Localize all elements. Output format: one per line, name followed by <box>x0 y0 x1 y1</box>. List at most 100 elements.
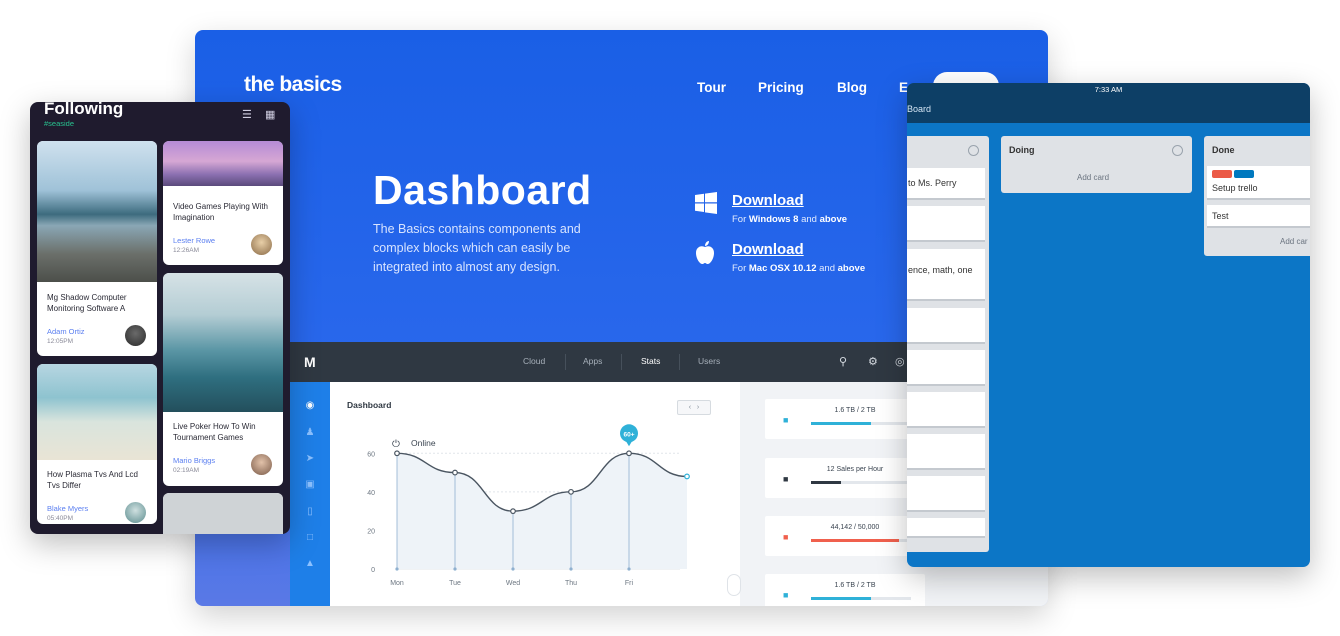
list-menu-icon[interactable] <box>968 145 979 156</box>
list-card[interactable]: ence, math, one <box>907 249 985 301</box>
card-author[interactable]: Lester Rowe <box>173 236 215 245</box>
list-card[interactable]: to Ms. Perry <box>907 168 985 200</box>
stat-label: 12 Sales per Hour <box>826 466 884 473</box>
admin-sidebar: ◉ ♟ ➤ ▣ ▯ □ ▲ <box>290 382 330 606</box>
board-title[interactable]: Board <box>907 104 931 114</box>
y-tick-label: 20 <box>367 528 375 535</box>
stat-card: ■ 12 Sales per Hour <box>765 458 925 498</box>
list-card[interactable] <box>907 434 985 470</box>
gear-icon[interactable]: ⚙ <box>868 355 878 368</box>
pin-icon[interactable]: ➤ <box>304 453 316 465</box>
card-image <box>37 141 157 282</box>
list-title[interactable]: Doing <box>1009 145 1035 155</box>
tag-icon: ■ <box>783 474 789 484</box>
feed-card[interactable]: Mg Shadow Computer Monitoring Software A… <box>37 141 157 356</box>
admin-tab-apps[interactable]: Apps <box>583 356 602 366</box>
nav-pricing[interactable]: Pricing <box>758 80 804 95</box>
axis-point <box>511 567 515 571</box>
list-card[interactable] <box>907 206 985 242</box>
list-card[interactable]: Test <box>1207 205 1310 228</box>
trash-icon[interactable]: ▲ <box>304 558 316 570</box>
list-card[interactable] <box>907 392 985 428</box>
stat-label: 1.6 TB / 2 TB <box>834 407 876 414</box>
tab-divider <box>679 354 680 370</box>
axis-point <box>569 567 573 571</box>
admin-tab-stats[interactable]: Stats <box>641 356 660 366</box>
add-card-button[interactable]: Add card <box>1077 173 1109 182</box>
axis-point <box>453 567 457 571</box>
card-image <box>163 141 283 186</box>
feed-card[interactable]: Video Games Playing With Imagination Les… <box>163 141 283 265</box>
power-icon: ⏻ <box>392 439 400 450</box>
phone-feed: Following #seaside ☰ ▦ Mg Shadow Compute… <box>30 102 290 534</box>
stat-card: ■ 1.6 TB / 2 TB <box>765 574 925 606</box>
nav-blog[interactable]: Blog <box>837 80 867 95</box>
card-title: Mg Shadow Computer Monitoring Software A <box>47 293 127 313</box>
axis-point <box>395 567 399 571</box>
avatar[interactable] <box>251 234 272 255</box>
search-icon[interactable]: ⚲ <box>839 355 847 368</box>
avatar[interactable] <box>125 325 146 346</box>
feed-card[interactable]: Live Poker How To Win Tournament Games M… <box>163 273 283 486</box>
callout-label: 60+ <box>623 431 634 438</box>
y-tick-label: 60 <box>367 451 375 458</box>
users-icon: ■ <box>783 532 789 542</box>
card-text: to Ms. Perry <box>908 178 957 188</box>
data-point <box>452 469 458 476</box>
avatar[interactable] <box>125 502 146 523</box>
list-card[interactable] <box>907 476 985 512</box>
list-menu-icon[interactable] <box>1172 145 1183 156</box>
card-text: ence, math, one <box>908 265 973 275</box>
card-author[interactable]: Adam Ortiz <box>47 327 85 336</box>
stat-progress-fill <box>811 539 899 542</box>
card-author[interactable]: Mario Briggs <box>173 456 215 465</box>
list-view-icon[interactable]: ☰ <box>242 108 252 121</box>
card-title: Video Games Playing With Imagination <box>173 202 269 222</box>
data-point <box>684 473 690 480</box>
dashboard-icon[interactable]: ◉ <box>304 400 316 412</box>
card-image <box>163 493 283 534</box>
stat-progress-track <box>811 481 911 484</box>
admin-logo[interactable]: M <box>304 354 316 370</box>
stat-progress-fill <box>811 597 871 600</box>
list-card[interactable]: Setup trello <box>1207 166 1310 200</box>
admin-tab-users[interactable]: Users <box>698 356 720 366</box>
grid-view-icon[interactable]: ▦ <box>265 108 275 121</box>
scroll-handle[interactable] <box>727 574 741 596</box>
add-card-button[interactable]: Add car <box>1280 237 1308 246</box>
file-icon[interactable]: ▯ <box>304 506 316 518</box>
globe-icon[interactable]: ◎ <box>895 355 905 368</box>
hero-title: Dashboard <box>373 167 592 213</box>
chat-icon[interactable]: □ <box>304 532 316 544</box>
line-chart: Online ⏻ 0 20 40 60 Mon Tue Wed Thu Fri 60+ <box>367 424 690 587</box>
chart-panel: Dashboard ‹ › Online ⏻ 0 20 40 60 Mon Tue Wed Thu… <box>330 382 740 606</box>
card-image <box>163 273 283 412</box>
list-done: Done Setup trello Test Add car <box>1204 136 1310 256</box>
brand-logo[interactable]: the basics <box>244 73 342 97</box>
avatar[interactable] <box>251 454 272 475</box>
list-card[interactable] <box>907 308 985 344</box>
feed-card[interactable]: How Plasma Tvs And Lcd Tvs Differ Blake … <box>37 364 157 524</box>
download-mac-link[interactable]: Download <box>732 241 804 258</box>
admin-tab-cloud[interactable]: Cloud <box>523 356 545 366</box>
download-windows-sub: For Windows 8 and above <box>732 214 848 225</box>
user-icon[interactable]: ♟ <box>304 427 316 439</box>
nav-tour[interactable]: Tour <box>697 80 726 95</box>
card-title: Live Poker How To Win Tournament Games <box>173 422 256 442</box>
database-icon: ■ <box>783 415 789 425</box>
stat-card: ■ 1.6 TB / 2 TB <box>765 399 925 439</box>
data-point <box>510 508 516 515</box>
card-text: Test <box>1212 211 1229 221</box>
list-card[interactable] <box>907 350 985 386</box>
feed-card[interactable] <box>163 493 283 534</box>
card-author[interactable]: Blake Myers <box>47 504 88 513</box>
calendar-icon[interactable]: ▣ <box>304 479 316 491</box>
label-red <box>1212 170 1232 178</box>
stat-card: ■ 44,142 / 50,000 <box>765 516 925 556</box>
list-card[interactable] <box>907 518 985 538</box>
feed-hashtag[interactable]: #seaside <box>44 119 74 128</box>
trello-tablet: 7:33 AM Board to Ms. Perry ence, math, o… <box>907 83 1310 567</box>
list-title[interactable]: Done <box>1212 145 1235 155</box>
download-windows-link[interactable]: Download <box>732 192 804 209</box>
hero-description: The Basics contains components and compl… <box>373 222 581 274</box>
